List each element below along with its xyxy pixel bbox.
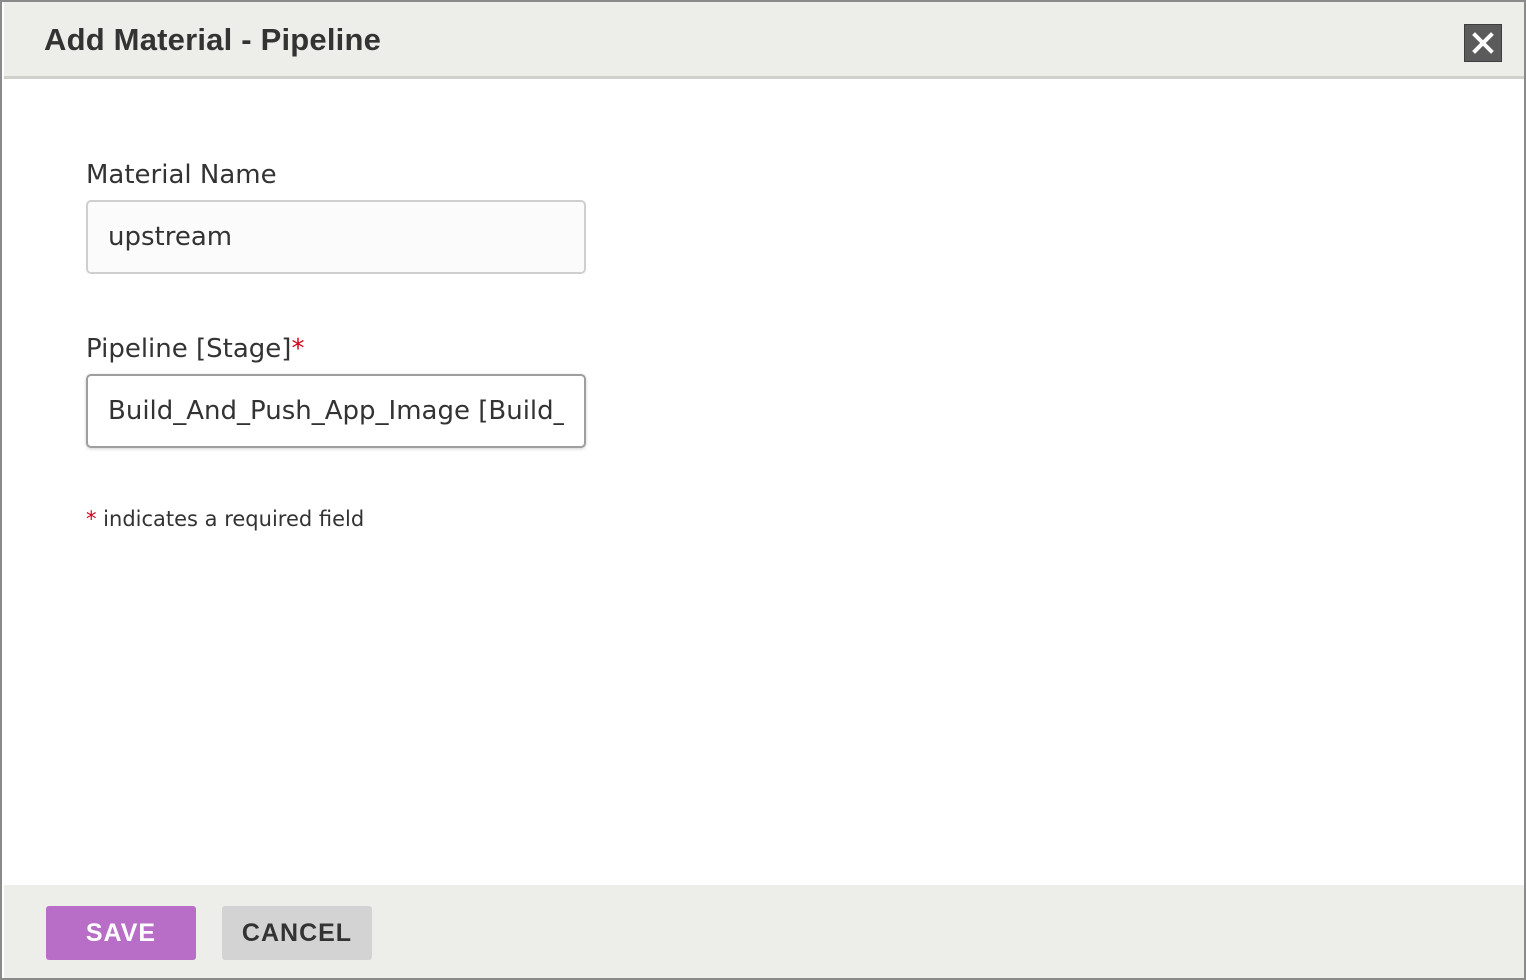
close-button[interactable] [1464,24,1502,62]
pipeline-stage-input[interactable] [86,374,586,448]
dialog-title: Add Material - Pipeline [44,22,382,57]
required-note-star: * [86,507,97,531]
required-field-note: * indicates a required field [86,504,364,534]
add-material-dialog: Add Material - Pipeline Material Name Pi… [0,0,1526,980]
save-button[interactable]: SAVE [46,906,196,960]
material-name-input[interactable] [86,200,586,274]
pipeline-stage-label: Pipeline [Stage]* [86,333,304,365]
dialog-footer: SAVE CANCEL [4,885,1524,978]
close-icon [1472,32,1494,54]
material-name-label: Material Name [86,159,277,191]
dialog-body: Material Name Pipeline [Stage]* * indica… [4,79,1524,885]
material-name-label-text: Material Name [86,160,277,190]
required-note-text: indicates a required field [96,507,365,531]
pipeline-stage-label-text: Pipeline [Stage] [86,334,292,364]
dialog-header: Add Material - Pipeline [4,2,1524,79]
cancel-button[interactable]: CANCEL [222,906,372,960]
required-star: * [291,334,305,364]
